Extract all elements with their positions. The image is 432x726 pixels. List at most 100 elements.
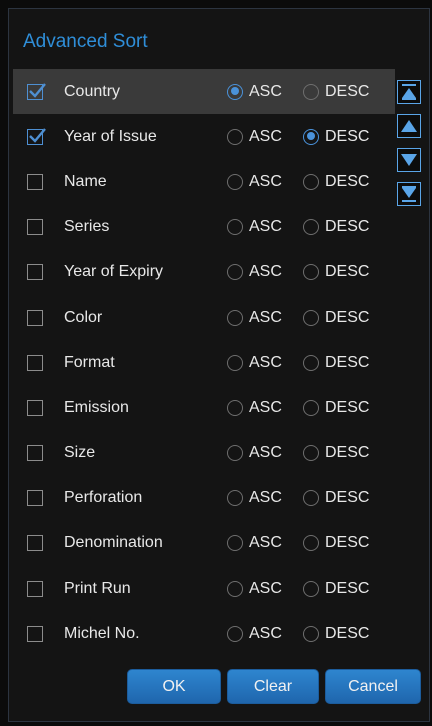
field-label: Size — [64, 444, 96, 462]
radio-circle — [303, 264, 319, 281]
field-label: Perforation — [64, 489, 143, 507]
desc-radio[interactable]: DESC — [303, 625, 369, 643]
checkmark-icon — [29, 82, 46, 98]
sort-field-row[interactable]: Print Run ASC DESC — [13, 566, 395, 611]
field-label: Country — [64, 82, 121, 100]
desc-label: DESC — [325, 82, 370, 100]
move-to-top-icon — [402, 84, 416, 100]
asc-radio[interactable]: ASC — [227, 354, 282, 372]
move-up-icon — [401, 120, 417, 132]
radio-circle — [303, 490, 319, 507]
desc-label: DESC — [325, 353, 370, 371]
include-checkbox[interactable] — [27, 264, 43, 281]
asc-label: ASC — [249, 127, 282, 145]
include-checkbox[interactable] — [27, 309, 43, 326]
sort-field-row[interactable]: Color ASC DESC — [13, 295, 395, 340]
sort-field-row[interactable]: Name ASC DESC — [13, 159, 395, 204]
asc-radio[interactable]: ASC — [227, 534, 282, 552]
desc-radio[interactable]: DESC — [303, 309, 369, 327]
include-checkbox[interactable] — [27, 82, 46, 100]
include-checkbox[interactable] — [27, 399, 43, 416]
field-label: Name — [64, 172, 107, 190]
field-label: Format — [64, 353, 115, 371]
desc-radio[interactable]: DESC — [303, 399, 369, 417]
desc-radio[interactable]: DESC — [303, 173, 369, 191]
radio-circle — [227, 445, 243, 462]
field-label: Print Run — [64, 579, 131, 597]
include-checkbox[interactable] — [27, 445, 43, 462]
asc-label: ASC — [249, 398, 282, 416]
asc-label: ASC — [249, 172, 282, 190]
sort-field-row[interactable]: Perforation ASC DESC — [13, 476, 395, 521]
radio-circle — [227, 354, 243, 371]
desc-radio[interactable]: DESC — [303, 580, 369, 598]
radio-circle — [303, 399, 319, 416]
desc-radio[interactable]: DESC — [303, 534, 369, 552]
asc-radio[interactable]: ASC — [227, 263, 282, 281]
desc-radio[interactable]: DESC — [303, 83, 369, 101]
include-checkbox[interactable] — [27, 535, 43, 552]
desc-radio[interactable]: DESC — [303, 354, 369, 372]
desc-radio[interactable]: DESC — [303, 444, 369, 462]
radio-circle — [303, 128, 319, 145]
radio-circle — [227, 490, 243, 507]
clear-button[interactable]: Clear — [227, 669, 319, 704]
move-up-button[interactable] — [397, 114, 421, 138]
desc-label: DESC — [325, 127, 370, 145]
sort-field-row[interactable]: Series ASC DESC — [13, 205, 395, 250]
sort-field-row[interactable]: Michel No. ASC DESC — [13, 611, 395, 656]
include-checkbox[interactable] — [27, 173, 43, 190]
asc-radio[interactable]: ASC — [227, 580, 282, 598]
asc-label: ASC — [249, 534, 282, 552]
desc-radio[interactable]: DESC — [303, 489, 369, 507]
radio-circle — [303, 535, 319, 552]
asc-label: ASC — [249, 308, 282, 326]
desc-radio[interactable]: DESC — [303, 263, 369, 281]
asc-radio[interactable]: ASC — [227, 444, 282, 462]
radio-circle — [227, 535, 243, 552]
asc-radio[interactable]: ASC — [227, 128, 282, 146]
move-to-bottom-button[interactable] — [397, 182, 421, 206]
sort-field-row[interactable]: Year of Issue ASC DESC — [13, 114, 395, 159]
ok-button[interactable]: OK — [127, 669, 221, 704]
include-checkbox[interactable] — [27, 128, 46, 145]
asc-radio[interactable]: ASC — [227, 399, 282, 417]
include-checkbox[interactable] — [27, 219, 43, 236]
asc-radio[interactable]: ASC — [227, 489, 282, 507]
include-checkbox[interactable] — [27, 490, 43, 507]
desc-radio[interactable]: DESC — [303, 218, 369, 236]
asc-radio[interactable]: ASC — [227, 218, 282, 236]
desc-label: DESC — [325, 489, 370, 507]
asc-label: ASC — [249, 624, 282, 642]
desc-label: DESC — [325, 263, 370, 281]
include-checkbox[interactable] — [27, 580, 43, 597]
sort-field-row[interactable]: Year of Expiry ASC DESC — [13, 250, 395, 295]
asc-radio[interactable]: ASC — [227, 83, 282, 101]
field-label: Year of Expiry — [64, 263, 164, 281]
desc-label: DESC — [325, 534, 370, 552]
field-label: Year of Issue — [64, 127, 157, 145]
include-checkbox[interactable] — [27, 625, 43, 642]
dialog-title: Advanced Sort — [23, 31, 148, 52]
move-down-button[interactable] — [397, 148, 421, 172]
radio-circle — [303, 309, 319, 326]
sort-field-row[interactable]: Size ASC DESC — [13, 431, 395, 476]
sort-field-row[interactable]: Format ASC DESC — [13, 340, 395, 385]
include-checkbox[interactable] — [27, 354, 43, 371]
field-label: Color — [64, 308, 103, 326]
sort-field-row[interactable]: Country ASC DESC — [13, 69, 395, 115]
sort-field-row[interactable]: Emission ASC DESC — [13, 385, 395, 430]
radio-circle — [227, 128, 243, 145]
asc-radio[interactable]: ASC — [227, 309, 282, 327]
cancel-button[interactable]: Cancel — [325, 669, 421, 704]
asc-radio[interactable]: ASC — [227, 173, 282, 191]
desc-label: DESC — [325, 218, 370, 236]
asc-radio[interactable]: ASC — [227, 625, 282, 643]
sort-field-row[interactable]: Denomination ASC DESC — [13, 521, 395, 566]
asc-label: ASC — [249, 82, 282, 100]
field-label: Series — [64, 218, 110, 236]
move-to-top-button[interactable] — [397, 80, 421, 104]
desc-radio[interactable]: DESC — [303, 128, 369, 146]
desc-label: DESC — [325, 444, 370, 462]
reorder-controls — [397, 80, 423, 216]
